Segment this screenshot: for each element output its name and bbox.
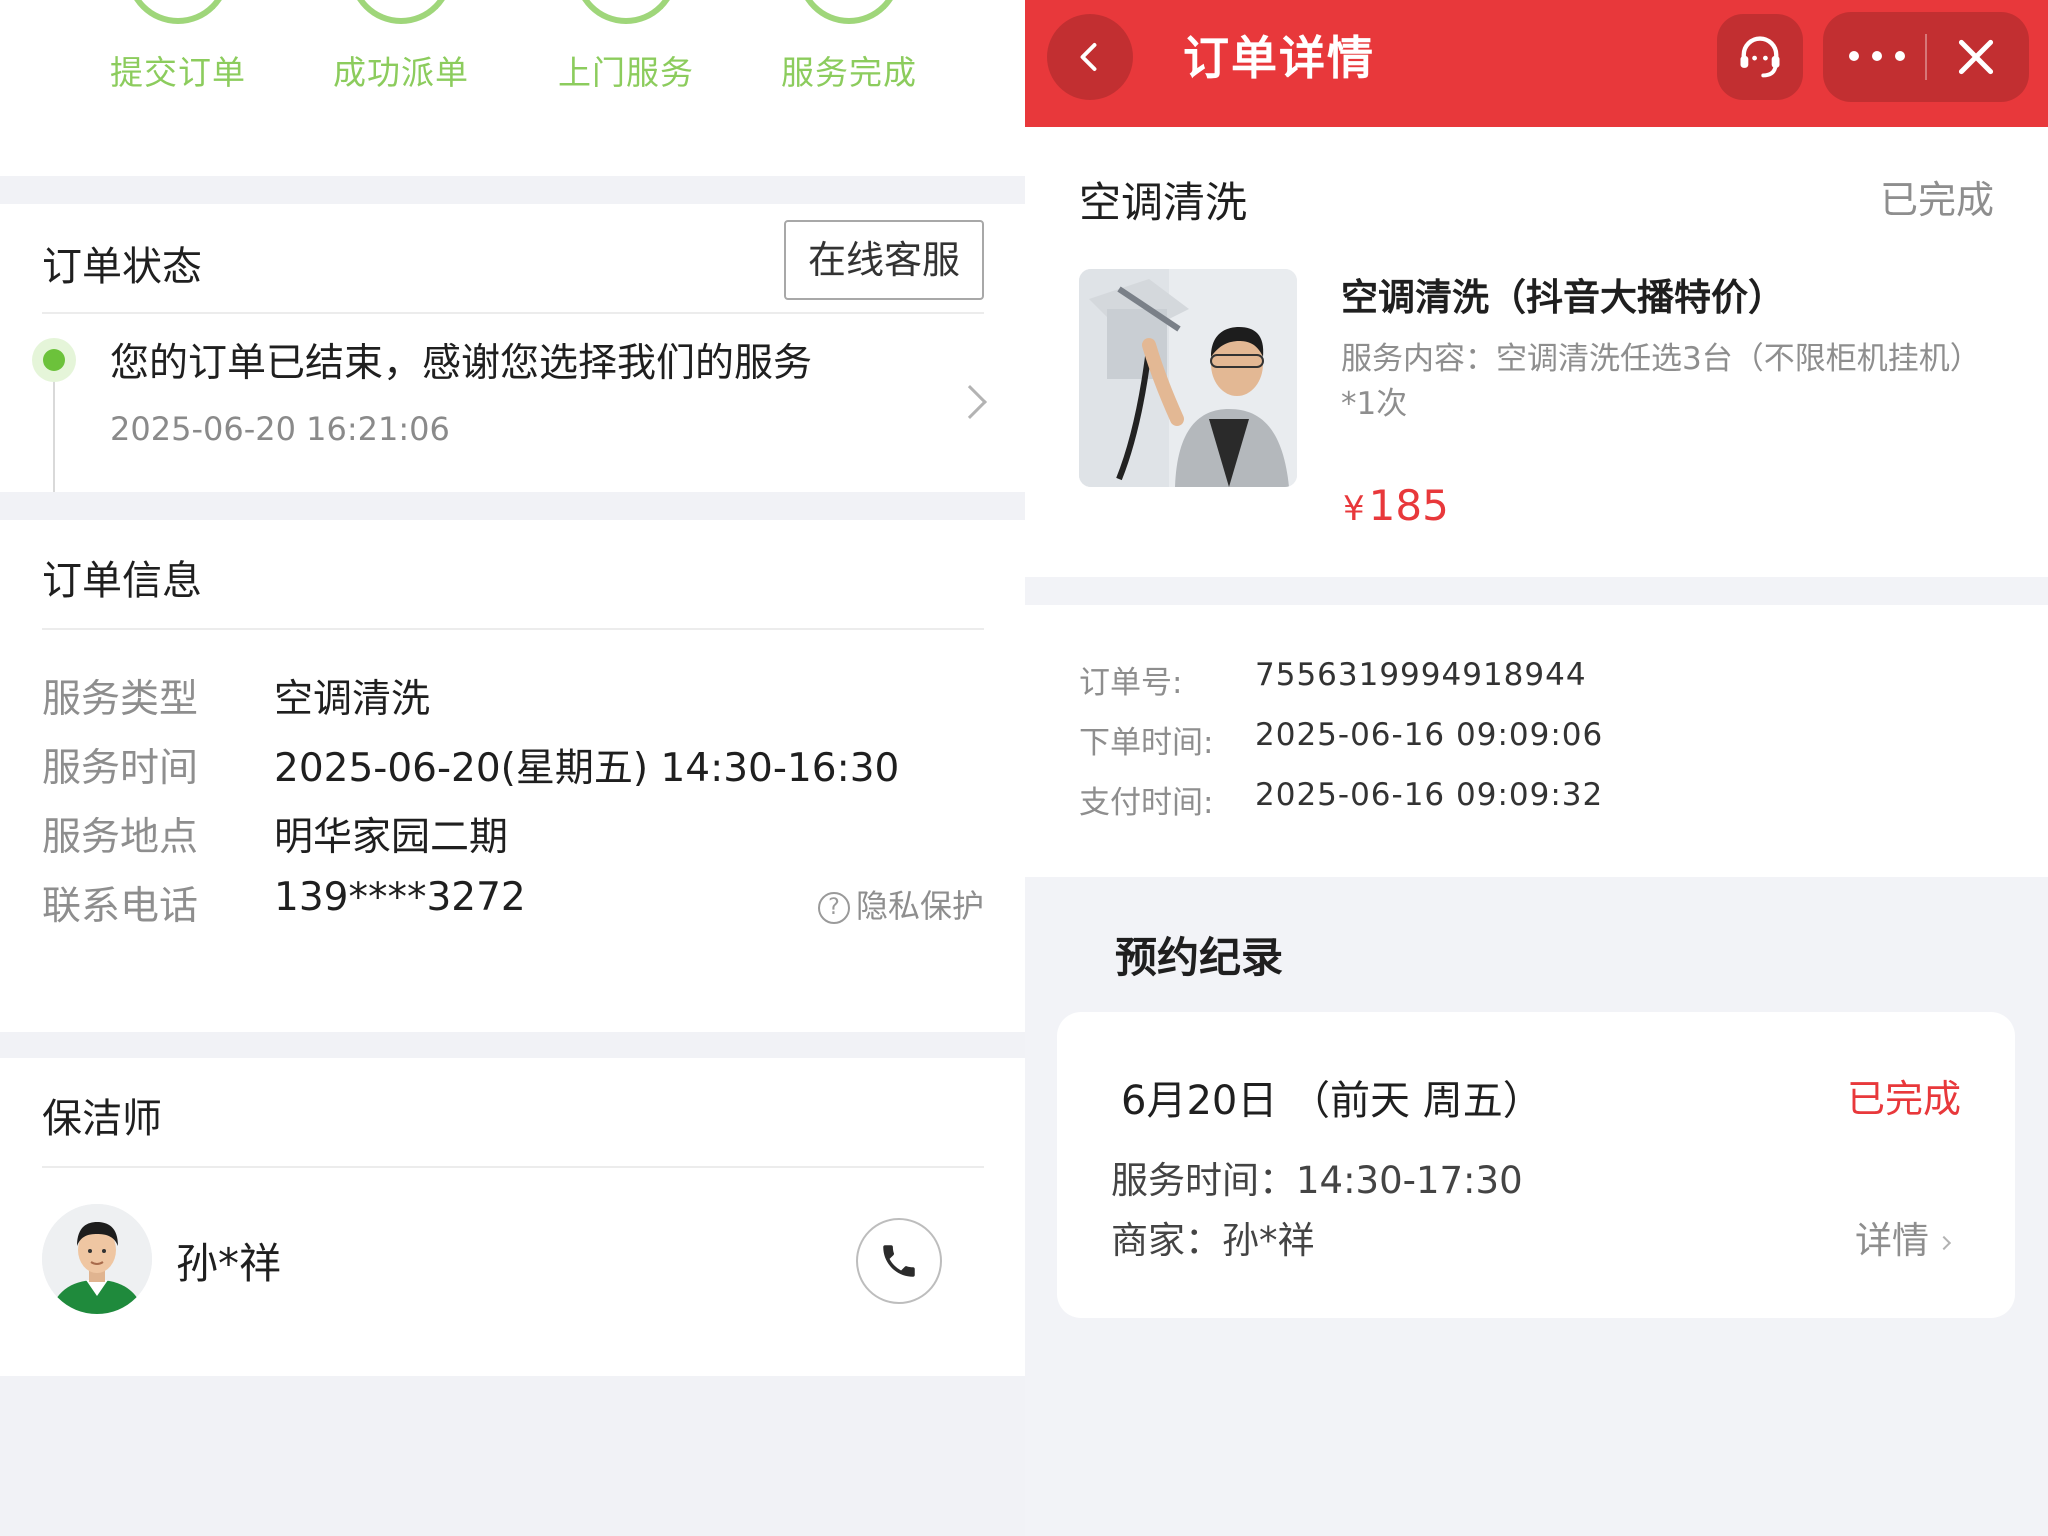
right-panel: 订单详情 空调清洗 已完成 空调清洗（抖音大播特价） 服务内容：空调清洗任选3台…: [1025, 0, 2048, 1536]
privacy-protection-link[interactable]: ? 隐私保护: [817, 881, 984, 927]
online-service-button[interactable]: 在线客服: [784, 220, 984, 300]
product-category: 空调清洗: [1079, 178, 1248, 227]
more-icon[interactable]: [1849, 38, 1905, 74]
cleaner-title: 保洁师: [42, 1096, 162, 1142]
timeline-dot-icon: [32, 338, 76, 382]
record-date: 6月20日 （前天 周五）: [1121, 1078, 1543, 1124]
customer-service-button[interactable]: [1717, 14, 1803, 100]
product-description: 服务内容：空调清洗任选3台（不限柜机挂机）*1次: [1341, 341, 1981, 422]
pay-time: 2025-06-16 09:09:32: [1255, 777, 1604, 813]
info-value: 2025-06-20(星期五) 14:30-16:30: [274, 746, 900, 791]
cleaner-card: 保洁师 孙*祥: [0, 1058, 1025, 1376]
step-label: 成功派单: [333, 53, 469, 92]
meta-key: 支付时间:: [1079, 785, 1214, 821]
order-time: 2025-06-16 09:09:06: [1255, 717, 1604, 753]
order-status-card: 订单状态 在线客服 您的订单已结束，感谢您选择我们的服务 2025-06-20 …: [0, 204, 1025, 492]
question-icon: ?: [817, 892, 850, 924]
meta-key: 下单时间:: [1079, 725, 1214, 761]
divider: [42, 628, 984, 630]
status-time: 2025-06-20 16:21:06: [110, 410, 450, 448]
product-status: 已完成: [1879, 178, 1994, 222]
page-title: 订单详情: [1183, 31, 1375, 85]
step-circle-2: [349, 0, 453, 24]
info-row-service-type: 服务类型 空调清洗: [42, 668, 984, 728]
order-number[interactable]: 7556319994918944: [1255, 657, 1587, 693]
order-info-title: 订单信息: [42, 558, 202, 604]
info-row-service-address: 服务地点 明华家园二期: [42, 806, 984, 866]
cleaner-name: 孙*祥: [176, 1239, 282, 1288]
back-icon: [1080, 43, 1097, 71]
info-key: 服务时间: [42, 746, 199, 791]
info-value: 139****3272: [274, 875, 526, 920]
info-key: 联系电话: [42, 884, 199, 929]
capsule-divider: [1925, 34, 1927, 80]
price-value: 185: [1368, 481, 1449, 530]
appointment-record-card[interactable]: 6月20日 （前天 周五） 已完成 服务时间：14:30-17:30 商家：孙*…: [1057, 1012, 2015, 1318]
divider: [42, 312, 984, 314]
product-price: ¥185: [1343, 481, 1449, 530]
step-label: 服务完成: [781, 53, 917, 92]
info-value: 空调清洗: [274, 677, 431, 722]
back-button[interactable]: [1047, 14, 1133, 100]
detail-label: 详情: [1855, 1219, 1929, 1262]
currency-symbol: ¥: [1343, 489, 1365, 529]
privacy-label: 隐私保护: [855, 887, 984, 925]
info-value: 明华家园二期: [274, 815, 509, 860]
progress-steps: 提交订单 成功派单 上门服务 服务完成: [0, 0, 1025, 176]
cleaner-avatar: [42, 1204, 152, 1314]
call-cleaner-button[interactable]: [856, 1218, 942, 1304]
info-row-contact-phone: 联系电话 139****3272 ? 隐私保护: [42, 875, 984, 935]
step-label: 上门服务: [558, 53, 694, 92]
step-circle-4: [797, 0, 901, 24]
step-circle-1: [126, 0, 230, 24]
close-icon[interactable]: [1951, 32, 2001, 82]
info-key: 服务类型: [42, 677, 199, 722]
record-service-time: 服务时间：14:30-17:30: [1111, 1159, 1523, 1202]
record-detail-link[interactable]: 详情: [1855, 1210, 1952, 1264]
order-meta-card: 订单号: 7556319994918944 下单时间: 2025-06-16 0…: [1025, 605, 2048, 877]
order-info-card: 订单信息 服务类型 空调清洗 服务时间 2025-06-20(星期五) 14:3…: [0, 520, 1025, 1032]
status-message[interactable]: 您的订单已结束，感谢您选择我们的服务: [110, 332, 812, 388]
record-status: 已完成: [1846, 1077, 1961, 1121]
info-row-service-time: 服务时间 2025-06-20(星期五) 14:30-16:30: [42, 737, 984, 797]
meta-key: 订单号:: [1079, 665, 1183, 701]
step-circle-3: [574, 0, 678, 24]
product-title[interactable]: 空调清洗（抖音大播特价）: [1341, 267, 1785, 321]
order-status-title: 订单状态: [42, 244, 202, 290]
phone-icon: [883, 1245, 915, 1277]
mini-program-capsule: [1823, 12, 2029, 102]
divider: [42, 1166, 984, 1168]
step-label: 提交订单: [110, 53, 246, 92]
nav-bar: 订单详情: [1025, 0, 2048, 127]
product-card: 空调清洗 已完成 空调清洗（抖音大播特价） 服务内容：空调清洗任选3台（不限柜机…: [1025, 127, 2048, 577]
chevron-right-icon: [1936, 1235, 1952, 1250]
appointment-record-title: 预约纪录: [1115, 933, 1284, 982]
record-merchant: 商家：孙*祥: [1111, 1219, 1315, 1262]
info-key: 服务地点: [42, 815, 199, 860]
left-panel: 提交订单 成功派单 上门服务 服务完成 订单状态 在线客服 您的订单已结束，感谢…: [0, 0, 1025, 1536]
chevron-right-icon[interactable]: [953, 385, 987, 419]
product-image[interactable]: [1079, 269, 1297, 487]
customer-service-icon: [1740, 36, 1780, 78]
